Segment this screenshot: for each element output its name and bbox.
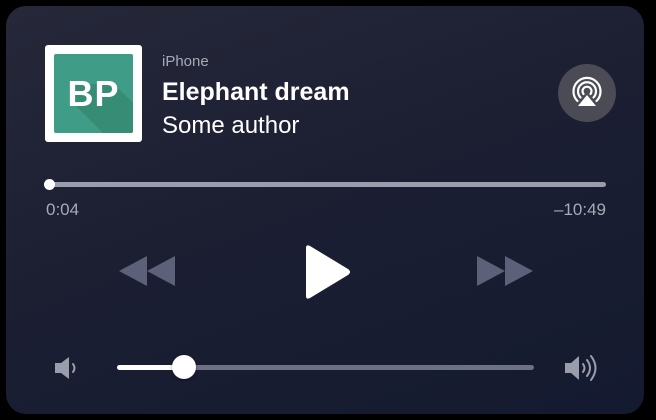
- volume-knob[interactable]: [171, 355, 196, 379]
- progress-scrubber[interactable]: [44, 179, 56, 190]
- volume-low-icon: [52, 354, 82, 382]
- output-source-label: iPhone: [162, 53, 209, 70]
- play-icon: [306, 245, 350, 299]
- now-playing-card: BP iPhone Elephant dream Some author 0:0…: [6, 6, 644, 414]
- rewind-icon: [119, 256, 175, 286]
- volume-slider[interactable]: [117, 355, 534, 379]
- artwork-text: BP: [67, 73, 120, 114]
- track-title: Elephant dream: [162, 78, 350, 106]
- album-artwork: BP: [45, 45, 142, 142]
- play-button[interactable]: [300, 242, 354, 302]
- rewind-button[interactable]: [116, 252, 178, 290]
- elapsed-time: 0:04: [46, 200, 80, 219]
- fast-forward-icon: [477, 256, 533, 286]
- airplay-icon: [572, 76, 602, 106]
- remaining-time: –10:49: [554, 200, 606, 219]
- fast-forward-button[interactable]: [474, 252, 536, 290]
- progress-bar[interactable]: [44, 179, 606, 190]
- artwork-tile: BP: [54, 54, 133, 133]
- track-author: Some author: [162, 112, 300, 139]
- airplay-button[interactable]: [558, 64, 616, 122]
- volume-high-icon: [562, 352, 606, 384]
